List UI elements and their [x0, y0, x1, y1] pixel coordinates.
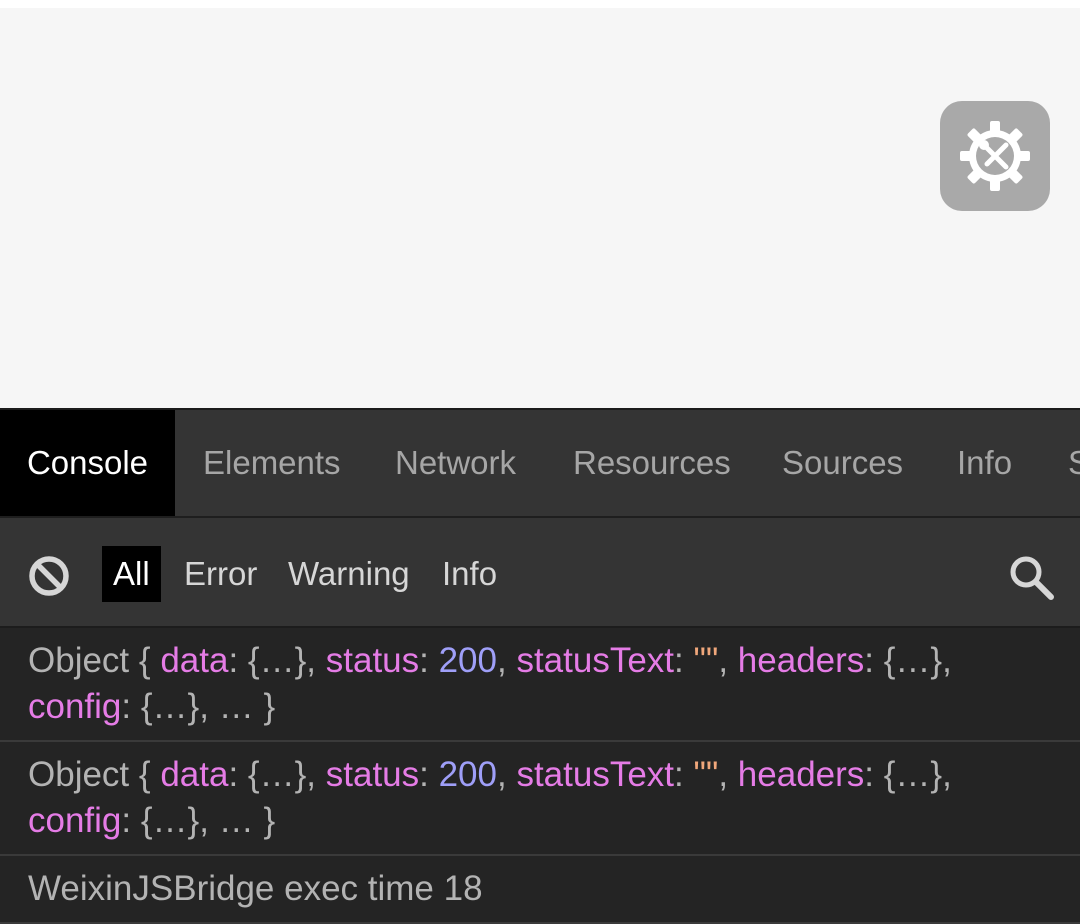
tab-info[interactable]: Info: [957, 410, 1012, 516]
log-value: 200: [438, 641, 497, 680]
log-text: WeixinJSBridge exec time 18: [28, 869, 483, 908]
log-key: statusText: [516, 641, 675, 680]
ellipsis: …: [218, 687, 254, 726]
open-brace: {: [138, 641, 151, 680]
log-entry[interactable]: Object { data: {…}, status: 200, statusT…: [0, 628, 1080, 742]
filter-error[interactable]: Error: [184, 546, 257, 602]
devtools-panel: Console Elements Network Resources Sourc…: [0, 408, 1080, 924]
log-value: 200: [438, 755, 497, 794]
tab-network[interactable]: Network: [395, 410, 516, 516]
log-value: {…}: [140, 801, 200, 840]
devtools-toggle-button[interactable]: [940, 101, 1050, 211]
search-icon[interactable]: [1006, 552, 1056, 602]
log-value: {…}: [883, 641, 943, 680]
open-brace: {: [138, 755, 151, 794]
log-key: statusText: [516, 755, 675, 794]
object-label: Object: [28, 641, 130, 680]
close-brace: }: [263, 687, 276, 726]
console-toolbar: All Error Warning Info: [0, 518, 1080, 628]
page-content-area: [0, 8, 1080, 408]
console-log-list: Object { data: {…}, status: 200, statusT…: [0, 628, 1080, 924]
log-entry[interactable]: WeixinJSBridge exec time 18: [0, 856, 1080, 924]
log-value: {…}: [247, 755, 307, 794]
log-key: headers: [737, 755, 865, 794]
object-label: Object: [28, 755, 130, 794]
log-value: {…}: [140, 687, 200, 726]
tab-console[interactable]: Console: [0, 410, 175, 516]
log-key: data: [160, 755, 229, 794]
close-brace: }: [263, 801, 276, 840]
log-value: {…}: [883, 755, 943, 794]
settings-tools-icon: [960, 121, 1030, 191]
tab-sources[interactable]: Sources: [782, 410, 903, 516]
clear-icon[interactable]: [27, 554, 71, 598]
log-key: status: [325, 755, 420, 794]
tab-overflow[interactable]: S: [1068, 410, 1080, 516]
log-value: {…}: [247, 641, 307, 680]
ellipsis: …: [218, 801, 254, 840]
filter-warning[interactable]: Warning: [288, 546, 410, 602]
log-value: "": [693, 755, 719, 794]
tab-elements[interactable]: Elements: [203, 410, 341, 516]
log-key: headers: [737, 641, 865, 680]
log-entry[interactable]: Object { data: {…}, status: 200, statusT…: [0, 742, 1080, 856]
top-strip: [0, 0, 1080, 8]
filter-info[interactable]: Info: [442, 546, 497, 602]
log-key: status: [325, 641, 420, 680]
log-value: "": [693, 641, 719, 680]
devtools-tab-bar: Console Elements Network Resources Sourc…: [0, 408, 1080, 518]
log-key: config: [28, 687, 122, 726]
tab-resources[interactable]: Resources: [573, 410, 731, 516]
log-key: data: [160, 641, 229, 680]
log-key: config: [28, 801, 122, 840]
filter-all[interactable]: All: [102, 546, 161, 602]
